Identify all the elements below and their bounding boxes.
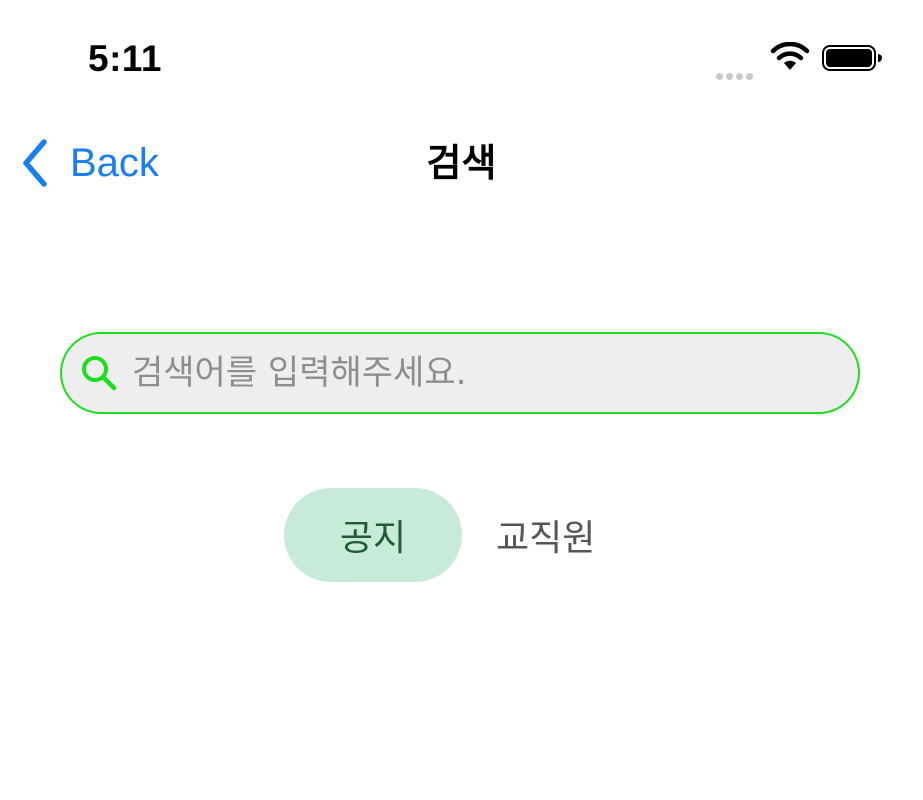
page-title: 검색 <box>426 141 497 185</box>
search-icon <box>82 356 117 391</box>
battery-icon <box>822 45 882 71</box>
status-time: 5:11 <box>88 38 163 79</box>
tab-staff[interactable]: 교직원 <box>496 509 595 561</box>
tab-notice[interactable]: 공지 <box>284 488 462 582</box>
category-tabs: 공지 교직원 <box>284 488 595 582</box>
signal-dots-icon <box>716 65 756 84</box>
wifi-icon <box>770 42 810 70</box>
search-bar[interactable] <box>60 332 860 414</box>
nav-bar: Back 검색 <box>0 120 923 210</box>
search-input[interactable] <box>132 343 832 403</box>
status-bar: 5:11 <box>0 0 923 110</box>
